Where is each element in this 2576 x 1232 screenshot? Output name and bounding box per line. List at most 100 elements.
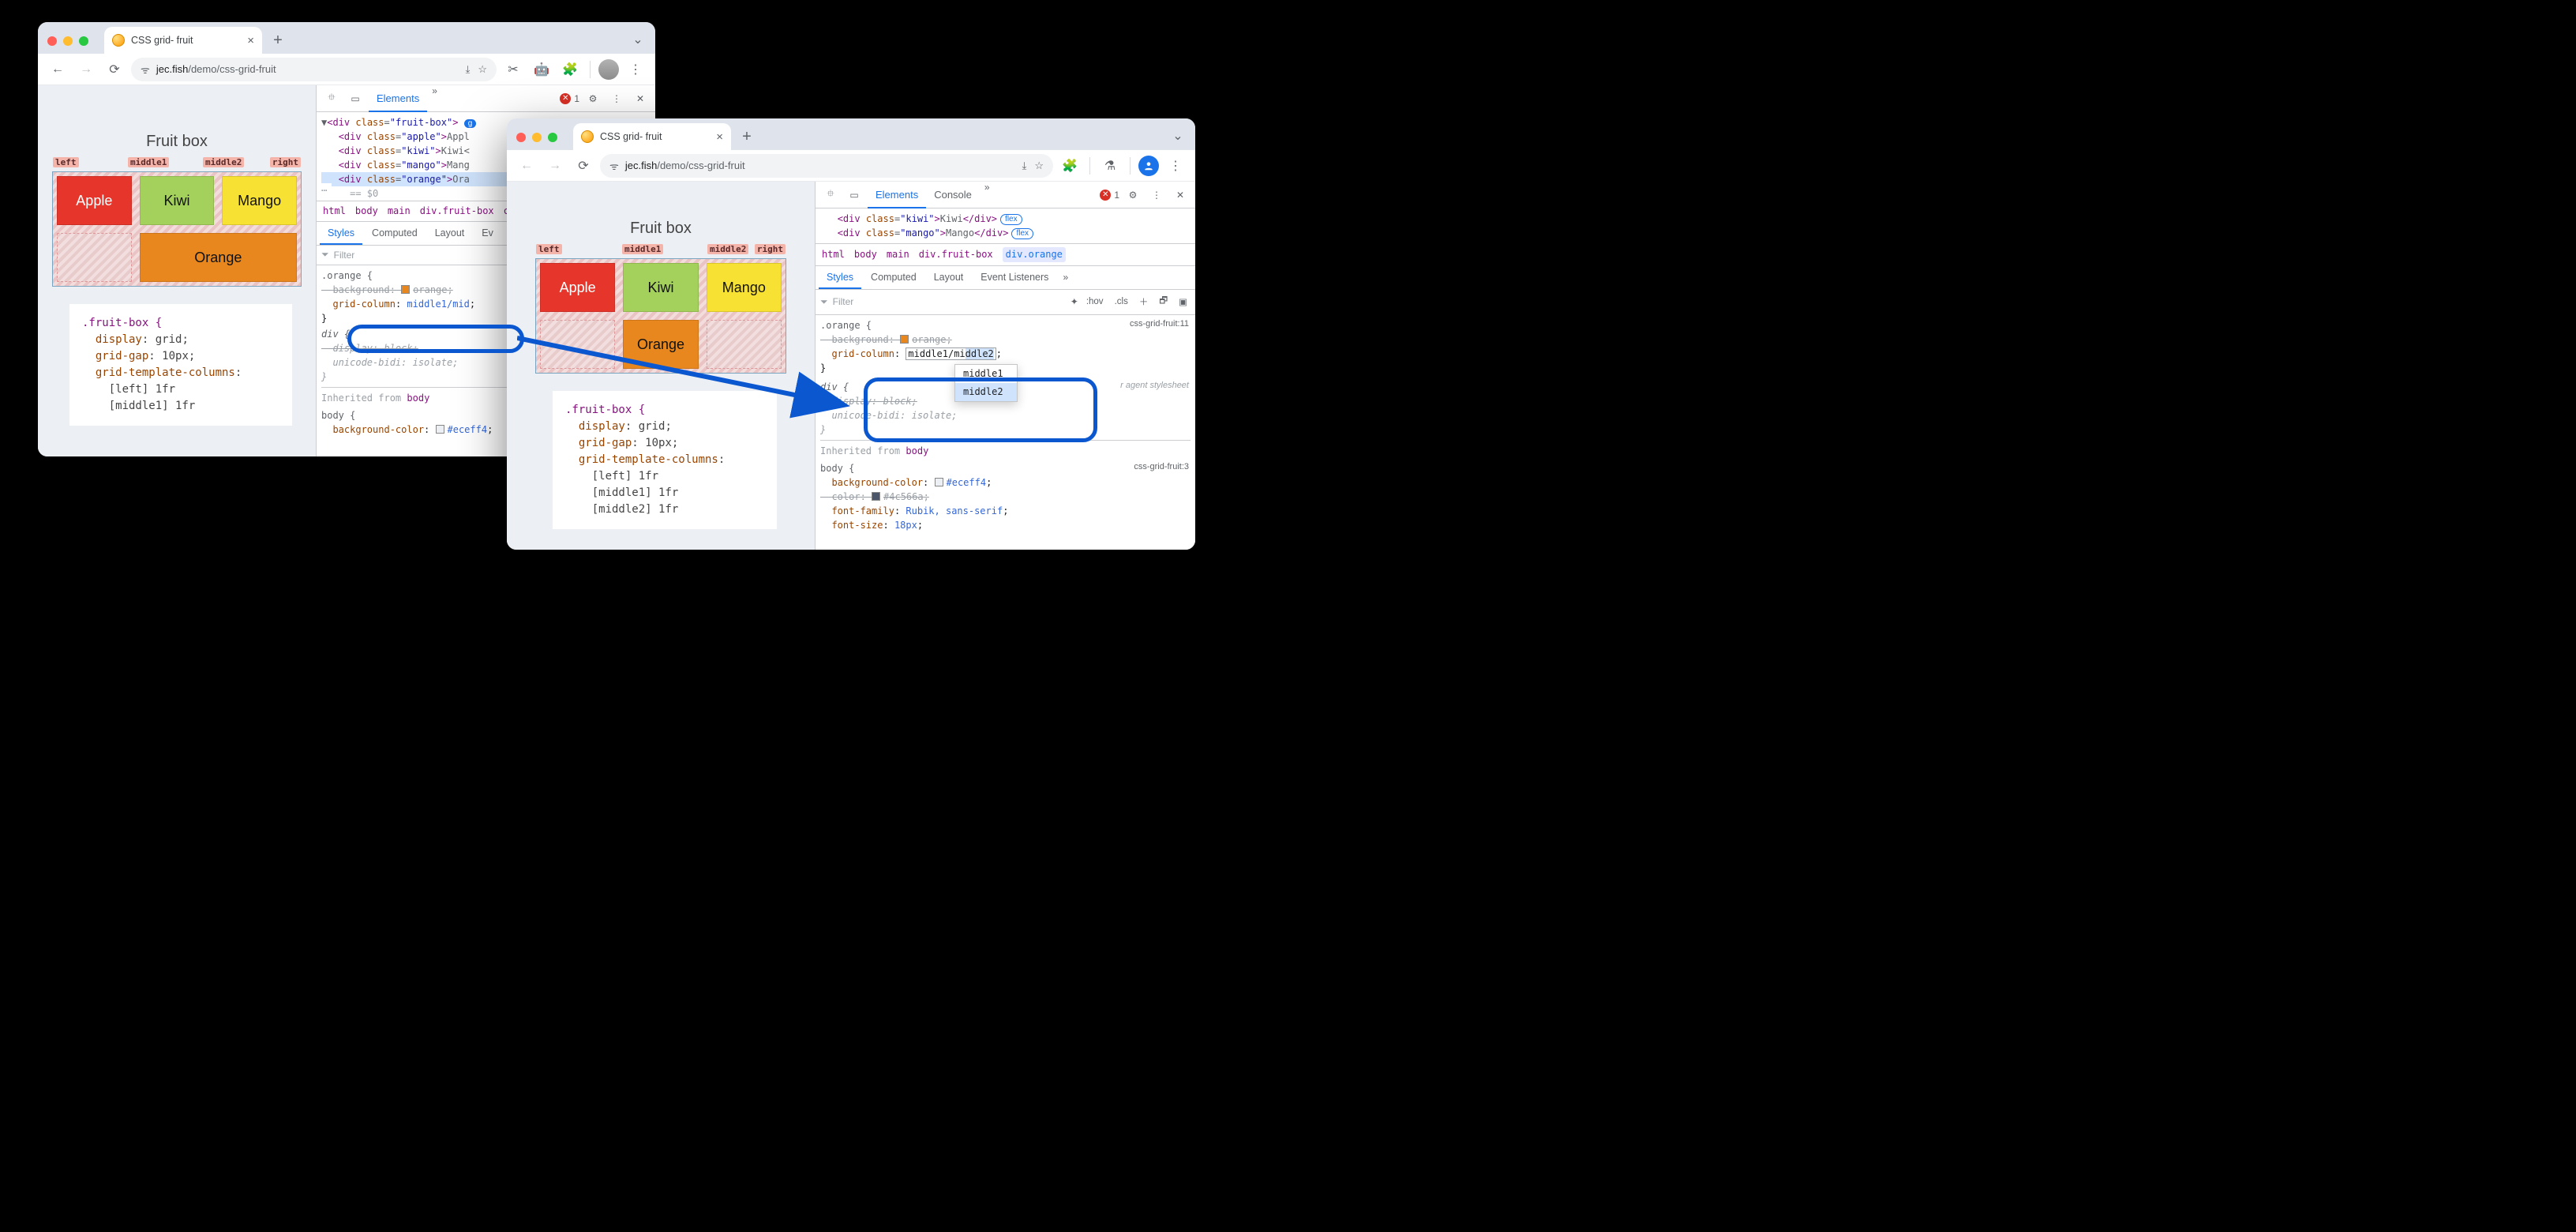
browser-menu-icon[interactable]: ⋮ [1164,154,1187,178]
tabs-dropdown-icon[interactable]: ⌄ [628,32,647,47]
new-style-rule-icon[interactable]: ＋ [1136,294,1152,310]
tab-styles[interactable]: Styles [819,266,861,289]
tab-event-listeners[interactable]: Ev [474,222,501,245]
window-controls [47,36,88,46]
maximize-window-icon[interactable] [548,133,557,142]
close-tab-icon[interactable]: × [716,131,723,143]
reload-button[interactable]: ⟳ [103,58,126,81]
window-controls [516,133,557,142]
rule-body[interactable]: css-grid-fruit:3 body { background-color… [820,461,1191,532]
inherited-from: Inherited from body [820,440,1191,460]
device-toolbar-icon[interactable]: ▭ [844,185,864,205]
source-link[interactable]: css-grid-fruit:11 [1130,318,1189,330]
bookmark-icon[interactable]: ☆ [1034,160,1044,172]
page-code-preview: .fruit-box { display: grid; grid-gap: 10… [553,391,777,529]
bookmark-icon[interactable]: ☆ [478,63,487,76]
autocomplete-item-selected[interactable]: middle2 [955,383,1017,401]
autocomplete-item[interactable]: middle1 [955,365,1017,383]
site-info-icon[interactable]: ᯤ [141,62,150,77]
browser-menu-icon[interactable]: ⋮ [624,58,647,81]
more-subtabs-icon[interactable]: » [1058,272,1073,283]
source-link[interactable]: css-grid-fruit:3 [1134,461,1189,473]
minimize-window-icon[interactable] [532,133,542,142]
profile-avatar[interactable] [598,59,619,80]
computed-sidebar-icon[interactable]: 🗗 [1156,293,1171,311]
tab-layout[interactable]: Layout [427,222,473,245]
install-app-icon[interactable]: ⤓ [1022,160,1027,172]
more-panels-icon[interactable]: » [427,85,442,111]
devtools-settings-icon[interactable]: ⚙ [1123,185,1143,205]
forward-button[interactable]: → [74,58,98,81]
robot-extension-icon[interactable]: 🤖 [530,58,553,81]
cell-empty [540,320,615,369]
fruit-grid: Apple Kiwi Mango Orange [540,263,782,369]
extensions-icon[interactable]: 🧩 [558,58,582,81]
cls-toggle[interactable]: .cls [1112,295,1131,308]
device-toolbar-icon[interactable]: ▭ [345,88,366,109]
ai-assist-icon[interactable]: ✦ [1071,296,1078,307]
divider [1130,157,1131,175]
new-tab-button[interactable]: + [267,29,289,51]
address-bar[interactable]: ᯤ jec.fish/demo/css-grid-fruit ⤓ ☆ [600,154,1053,178]
extensions-icon[interactable]: 🧩 [1058,154,1082,178]
back-button[interactable]: ← [46,58,69,81]
address-bar[interactable]: ᯤ jec.fish/demo/css-grid-fruit ⤓ ☆ [131,58,497,81]
dom-tree[interactable]: <div class="kiwi">Kiwi</div>flex <div cl… [816,208,1195,243]
inspect-element-icon[interactable]: ⯐ [820,185,841,205]
devtools-menu-icon[interactable]: ⋮ [606,88,627,109]
cell-apple: Apple [57,176,132,225]
devtools-close-icon[interactable]: ✕ [630,88,651,109]
tab-styles[interactable]: Styles [320,222,362,245]
devtools-close-icon[interactable]: ✕ [1170,185,1191,205]
site-info-icon[interactable]: ᯤ [609,159,619,173]
page-viewport: Fruit box left middle1 middle2 right App… [38,85,316,456]
minimize-window-icon[interactable] [63,36,73,46]
tab-console[interactable]: Console [926,182,980,208]
url-path: /demo/css-grid-fruit [188,63,276,75]
error-count[interactable]: ✕1 [1100,190,1119,201]
page-code-preview: .fruit-box { display: grid; grid-gap: 10… [69,304,292,426]
devtools-menu-icon[interactable]: ⋮ [1146,185,1167,205]
tabs-dropdown-icon[interactable]: ⌄ [1168,128,1187,144]
new-tab-button[interactable]: + [736,126,758,148]
styles-filter-input[interactable]: ⏷ Filter [820,296,1066,308]
dom-overflow-icon[interactable]: ⋯ [317,183,332,197]
tab-computed[interactable]: Computed [364,222,426,245]
maximize-window-icon[interactable] [79,36,88,46]
browser-tab[interactable]: CSS grid- fruit × [104,27,262,54]
tab-computed[interactable]: Computed [863,266,924,289]
breadcrumb-current[interactable]: div.orange [1003,247,1066,262]
devtools-toolbar: ⯐ ▭ Elements » ✕1 ⚙ ⋮ ✕ [317,85,655,112]
autocomplete-popup[interactable]: middle1 middle2 [954,364,1018,402]
profile-avatar[interactable] [1138,156,1159,176]
forward-button[interactable]: → [543,154,567,178]
hov-toggle[interactable]: :hov [1083,295,1107,308]
scissors-extension-icon[interactable]: ✂︎ [501,58,525,81]
reload-button[interactable]: ⟳ [572,154,595,178]
browser-tab[interactable]: CSS grid- fruit × [573,123,731,150]
tab-layout[interactable]: Layout [926,266,972,289]
devtools-toolbar: ⯐ ▭ Elements Console » ✕1 ⚙ ⋮ ✕ [816,182,1195,208]
tab-title: CSS grid- fruit [600,131,662,142]
rendering-icon[interactable]: ▣ [1176,295,1191,309]
tab-elements[interactable]: Elements [369,85,427,112]
styles-pane[interactable]: css-grid-fruit:11 .orange { background: … [816,315,1195,550]
tab-event-listeners[interactable]: Event Listeners [973,266,1056,289]
dom-breadcrumb[interactable]: html body main div.fruit-box div.orange [816,243,1195,266]
tab-elements[interactable]: Elements [868,182,926,208]
inspect-element-icon[interactable]: ⯐ [321,88,342,109]
more-panels-icon[interactable]: » [980,182,995,208]
labs-icon[interactable]: ⚗︎ [1098,154,1122,178]
close-window-icon[interactable] [516,133,526,142]
grid-column-value[interactable]: middle1/mid [407,299,469,310]
devtools-panel: ⯐ ▭ Elements Console » ✕1 ⚙ ⋮ ✕ <div cla… [815,182,1195,550]
devtools-settings-icon[interactable]: ⚙ [583,88,603,109]
back-button[interactable]: ← [515,154,538,178]
close-tab-icon[interactable]: × [247,35,254,47]
error-count[interactable]: ✕1 [560,93,579,104]
page-title: Fruit box [38,133,316,151]
close-window-icon[interactable] [47,36,57,46]
grid-column-value[interactable]: middle1/mi [908,348,965,359]
error-icon: ✕ [1100,190,1111,201]
install-app-icon[interactable]: ⤓ [466,63,471,76]
